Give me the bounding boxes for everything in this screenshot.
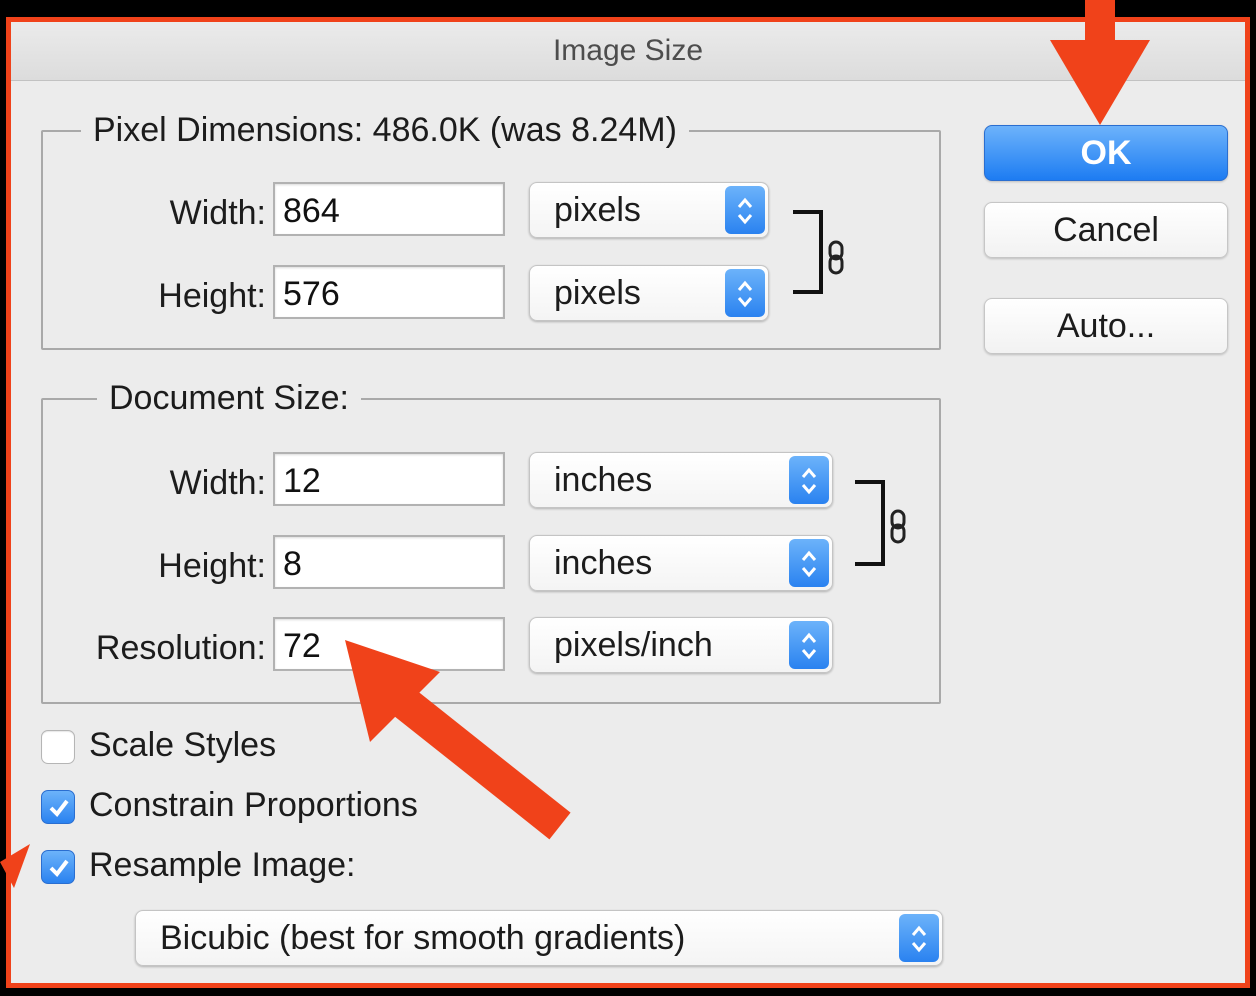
cancel-button[interactable]: Cancel <box>984 202 1228 258</box>
document-width-unit-select[interactable]: inches <box>529 452 833 508</box>
image-size-dialog: Image Size Pixel Dimensions: 486.0K (was… <box>6 17 1250 988</box>
chain-link-icon <box>890 509 906 544</box>
document-width-label: Width: <box>169 464 266 502</box>
pixel-height-unit-value: pixels <box>554 274 641 312</box>
resample-method-select[interactable]: Bicubic (best for smooth gradients) <box>135 910 943 966</box>
document-height-unit-value: inches <box>554 544 653 582</box>
resolution-label: Resolution: <box>95 629 266 667</box>
stepper-arrows-icon <box>789 621 829 669</box>
document-width-unit-value: inches <box>554 461 653 499</box>
dialog-title: Image Size <box>11 22 1245 81</box>
stepper-arrows-icon <box>725 186 765 234</box>
stepper-arrows-icon <box>899 914 939 962</box>
pixel-height-unit-select[interactable]: pixels <box>529 265 769 321</box>
pixel-width-unit-select[interactable]: pixels <box>529 182 769 238</box>
scale-styles-checkbox[interactable] <box>41 730 75 764</box>
resolution-unit-value: pixels/inch <box>554 626 713 664</box>
pixel-width-input[interactable]: 864 <box>273 182 505 236</box>
checkmark-icon <box>49 859 69 878</box>
document-height-input[interactable]: 8 <box>273 535 505 589</box>
ok-button[interactable]: OK <box>984 125 1228 181</box>
document-size-legend: Document Size: <box>97 379 361 418</box>
scale-styles-label[interactable]: Scale Styles <box>89 726 276 765</box>
document-width-input[interactable]: 12 <box>273 452 505 506</box>
pixel-width-label: Width: <box>169 194 266 232</box>
resolution-unit-select[interactable]: pixels/inch <box>529 617 833 673</box>
pixel-height-label: Height: <box>158 277 266 315</box>
document-height-unit-select[interactable]: inches <box>529 535 833 591</box>
auto-button[interactable]: Auto... <box>984 298 1228 354</box>
document-height-label: Height: <box>158 547 266 585</box>
checkmark-icon <box>49 799 69 818</box>
resolution-input[interactable]: 72 <box>273 617 505 671</box>
stepper-arrows-icon <box>725 269 765 317</box>
chain-link-icon <box>828 240 844 275</box>
pixel-width-unit-value: pixels <box>554 191 641 229</box>
stepper-arrows-icon <box>789 456 829 504</box>
resample-method-value: Bicubic (best for smooth gradients) <box>160 919 686 957</box>
stepper-arrows-icon <box>789 539 829 587</box>
pixel-height-input[interactable]: 576 <box>273 265 505 319</box>
resample-image-label[interactable]: Resample Image: <box>89 846 355 885</box>
pixel-dimensions-legend: Pixel Dimensions: 486.0K (was 8.24M) <box>81 111 689 150</box>
constrain-proportions-checkbox[interactable] <box>41 790 75 824</box>
resample-image-checkbox[interactable] <box>41 850 75 884</box>
constrain-proportions-label[interactable]: Constrain Proportions <box>89 786 418 825</box>
